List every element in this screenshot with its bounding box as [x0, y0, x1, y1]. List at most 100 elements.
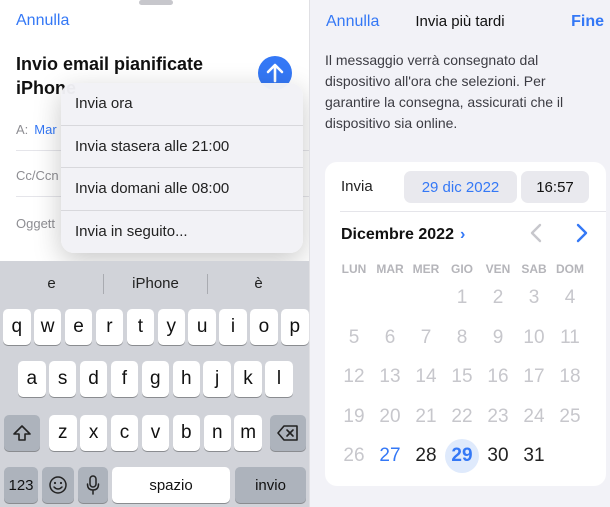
prev-month-button[interactable]	[530, 223, 542, 249]
calendar-day: 22	[451, 405, 473, 427]
menu-send-later[interactable]: Invia in seguito...	[61, 211, 303, 254]
calendar-day: 18	[559, 366, 581, 387]
sheet-grabber[interactable]	[139, 0, 173, 5]
calendar-day: 21	[415, 405, 437, 427]
calendar-day: 11	[560, 326, 580, 348]
to-recipient[interactable]: Mar	[34, 122, 56, 137]
compose-panel: Annulla Invio email pianificate iPhone A…	[0, 0, 309, 507]
weekday-label: SAB	[521, 262, 547, 276]
weekday-label: LUN	[341, 262, 367, 276]
key-5[interactable]: h	[172, 361, 200, 397]
key-0[interactable]: a	[18, 361, 46, 397]
key-3[interactable]: v	[141, 415, 170, 451]
mic-icon	[86, 475, 100, 495]
key-3[interactable]: r	[95, 309, 124, 345]
weekday-label: MER	[412, 262, 440, 276]
menu-send-tonight[interactable]: Invia stasera alle 21:00	[61, 126, 303, 168]
keyboard: e iPhone è qwertyuiop asdfghjkl zxcvbnm …	[0, 261, 309, 507]
calendar-day: 19	[343, 405, 365, 427]
calendar-day[interactable]: 28	[408, 439, 444, 473]
subject-field[interactable]: Oggett	[16, 216, 55, 231]
menu-send-tomorrow[interactable]: Invia domani alle 08:00	[61, 168, 303, 211]
key-8[interactable]: l	[265, 361, 293, 397]
calendar-day: 14	[415, 366, 437, 387]
key-2[interactable]: c	[110, 415, 139, 451]
key-8[interactable]: o	[250, 309, 278, 345]
calendar-day: 16	[487, 366, 509, 387]
screen: Annulla Invio email pianificate iPhone A…	[0, 0, 610, 507]
calendar-day: 9	[492, 326, 504, 348]
key-2[interactable]: d	[79, 361, 108, 397]
suggestion-3[interactable]: è	[208, 269, 309, 297]
space-key[interactable]: spazio	[112, 467, 230, 503]
key-3[interactable]: f	[110, 361, 139, 397]
key-5[interactable]: y	[157, 309, 185, 345]
time-pill[interactable]: 16:57	[521, 171, 589, 203]
chevron-left-icon	[530, 223, 542, 243]
to-field[interactable]: A: Mar	[16, 122, 57, 137]
date-pill[interactable]: 29 dic 2022	[404, 171, 517, 203]
calendar-day: 2	[492, 287, 504, 308]
card-divider	[340, 211, 606, 212]
calendar-day[interactable]: 30	[480, 439, 516, 473]
key-2[interactable]: e	[64, 309, 93, 345]
key-7[interactable]: k	[234, 361, 262, 397]
cancel-button[interactable]: Annulla	[16, 12, 69, 30]
key-6[interactable]: j	[203, 361, 231, 397]
next-month-button[interactable]	[576, 223, 588, 249]
key-4[interactable]: b	[172, 415, 201, 451]
key-6[interactable]: u	[188, 309, 216, 345]
send-label: Invia	[341, 178, 373, 195]
key-0[interactable]: q	[3, 309, 31, 345]
calendar-day: 20	[379, 405, 401, 427]
numbers-key[interactable]: 123	[4, 467, 38, 503]
key-0[interactable]: z	[49, 415, 77, 451]
done-button[interactable]: Fine	[571, 13, 604, 31]
calendar-day: 3	[528, 287, 540, 308]
calendar-day: 15	[451, 366, 473, 387]
calendar-day: 1	[456, 287, 468, 308]
emoji-icon	[49, 476, 67, 494]
weekday-label: MAR	[376, 262, 404, 276]
cc-field[interactable]: Cc/Ccn	[16, 168, 59, 183]
key-5[interactable]: n	[203, 415, 231, 451]
key-1[interactable]: w	[33, 309, 62, 345]
mic-key[interactable]	[78, 467, 108, 503]
suggestion-2[interactable]: iPhone	[104, 269, 207, 297]
calendar-day: 5	[348, 326, 360, 348]
menu-send-now[interactable]: Invia ora	[61, 83, 303, 126]
calendar-day: 8	[456, 326, 468, 348]
key-4[interactable]: t	[126, 309, 155, 345]
suggestion-1[interactable]: e	[0, 269, 103, 297]
schedule-menu: Invia ora Invia stasera alle 21:00 Invia…	[61, 83, 303, 253]
shift-key[interactable]	[4, 415, 40, 451]
chevron-right-icon: ›	[459, 226, 466, 243]
month-label: Dicembre 2022	[341, 226, 454, 243]
calendar-day[interactable]: 29	[444, 439, 480, 473]
calendar-day: 4	[564, 287, 576, 308]
key-9[interactable]: p	[281, 309, 309, 345]
calendar-day[interactable]: 31	[516, 439, 552, 473]
arrow-up-icon	[266, 63, 284, 83]
key-1[interactable]: x	[79, 415, 108, 451]
return-key[interactable]: invio	[235, 467, 306, 503]
key-4[interactable]: g	[141, 361, 170, 397]
emoji-key[interactable]	[42, 467, 74, 503]
calendar-day: 26	[343, 445, 365, 466]
key-6[interactable]: m	[234, 415, 262, 451]
month-selector[interactable]: Dicembre 2022 ›	[341, 226, 465, 244]
calendar-day: 10	[523, 326, 545, 348]
calendar-day: 23	[487, 405, 509, 427]
chevron-right-icon	[576, 223, 588, 243]
page-title: Invia più tardi	[415, 13, 505, 30]
calendar-day[interactable]: 27	[372, 439, 408, 473]
weekday-label: DOM	[556, 262, 584, 276]
weekday-label: VEN	[485, 262, 511, 276]
key-7[interactable]: i	[219, 309, 247, 345]
shift-icon	[13, 425, 31, 441]
calendar-day: 25	[559, 405, 581, 427]
key-1[interactable]: s	[48, 361, 77, 397]
delete-icon	[277, 425, 298, 441]
delete-key[interactable]	[270, 415, 306, 451]
send-later-panel: Annulla Invia più tardi Fine Il messaggi…	[310, 0, 610, 507]
